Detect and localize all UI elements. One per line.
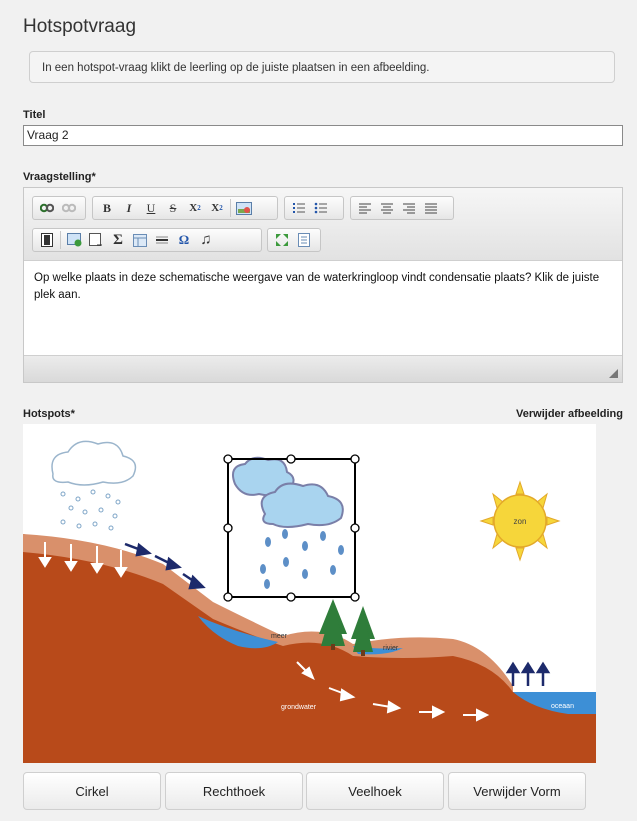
insert-page-icon[interactable]	[85, 230, 107, 250]
falling-rain-icon	[260, 529, 344, 589]
image-icon[interactable]	[233, 198, 255, 218]
editor-statusbar	[24, 355, 622, 382]
underline-icon[interactable]: U	[140, 198, 162, 218]
italic-icon[interactable]: I	[118, 198, 140, 218]
music-icon[interactable]: ♫	[195, 230, 217, 250]
toolbar-separator	[230, 199, 231, 217]
omega-icon[interactable]: Ω	[173, 230, 195, 250]
bold-icon[interactable]: B	[96, 198, 118, 218]
shape-buttons: Cirkel Rechthoek Veelhoek Verwijder Vorm	[23, 772, 623, 810]
link-group	[32, 196, 86, 220]
subscript-icon[interactable]: X2	[184, 198, 206, 218]
soil-layer	[23, 534, 596, 763]
align-right-icon[interactable]	[398, 198, 420, 218]
page-title: Hotspotvraag	[23, 16, 137, 37]
condensation-cloud-icon	[232, 456, 344, 528]
ocean-label: oceaan	[551, 703, 574, 710]
table-icon[interactable]	[129, 230, 151, 250]
water-cycle-diagram[interactable]: zon meer rivier grondwater oceaan	[23, 424, 596, 763]
resize-grip-icon[interactable]	[609, 369, 618, 378]
polygon-button[interactable]: Veelhoek	[306, 772, 444, 810]
editor-toolbar: B I U S X2 X2 Σ Ω ♫	[24, 188, 622, 261]
superscript-icon[interactable]: X2	[206, 198, 228, 218]
strikethrough-icon[interactable]: S	[162, 198, 184, 218]
rain-drops-icon	[60, 489, 121, 531]
video-icon[interactable]	[36, 230, 58, 250]
titel-label: Titel	[23, 109, 46, 121]
groundwater-label: grondwater	[281, 704, 317, 711]
hotspots-label: Hotspots*	[23, 408, 75, 420]
insert-group: Σ Ω ♫	[32, 228, 262, 252]
sum-icon[interactable]: Σ	[107, 230, 129, 250]
ordered-list-icon[interactable]	[288, 198, 310, 218]
cloud-icon	[51, 440, 137, 486]
evaporation-arrows-icon	[505, 661, 551, 686]
link-icon[interactable]	[36, 198, 58, 218]
insert-image-icon[interactable]	[63, 230, 85, 250]
fullscreen-icon[interactable]	[271, 230, 293, 250]
horizontal-rule-icon[interactable]	[151, 230, 173, 250]
rich-text-editor[interactable]: B I U S X2 X2 Σ Ω ♫ Op welke plaats in d…	[23, 187, 623, 383]
remove-shape-button[interactable]: Verwijder Vorm	[448, 772, 586, 810]
lake-label: meer	[271, 633, 288, 640]
view-group	[267, 228, 321, 252]
align-group	[350, 196, 454, 220]
align-left-icon[interactable]	[354, 198, 376, 218]
info-box: In een hotspot-vraag klikt de leerling o…	[29, 51, 615, 83]
remove-image-link[interactable]: Verwijder afbeelding	[516, 408, 623, 420]
vraagstelling-label: Vraagstelling*	[23, 171, 96, 183]
sun-label: zon	[514, 517, 527, 526]
list-group	[284, 196, 344, 220]
source-icon[interactable]	[293, 230, 315, 250]
question-text[interactable]: Op welke plaats in deze schematische wee…	[34, 270, 612, 304]
titel-input[interactable]: Vraag 2	[23, 125, 623, 146]
unlink-icon[interactable]	[58, 198, 80, 218]
format-group: B I U S X2 X2	[92, 196, 278, 220]
rectangle-button[interactable]: Rechthoek	[165, 772, 303, 810]
toolbar-separator	[60, 231, 61, 249]
river-label: rivier	[383, 645, 399, 652]
align-center-icon[interactable]	[376, 198, 398, 218]
hotspot-image-canvas[interactable]: zon meer rivier grondwater oceaan	[23, 424, 596, 763]
circle-button[interactable]: Cirkel	[23, 772, 161, 810]
unordered-list-icon[interactable]	[310, 198, 332, 218]
justify-icon[interactable]	[420, 198, 442, 218]
